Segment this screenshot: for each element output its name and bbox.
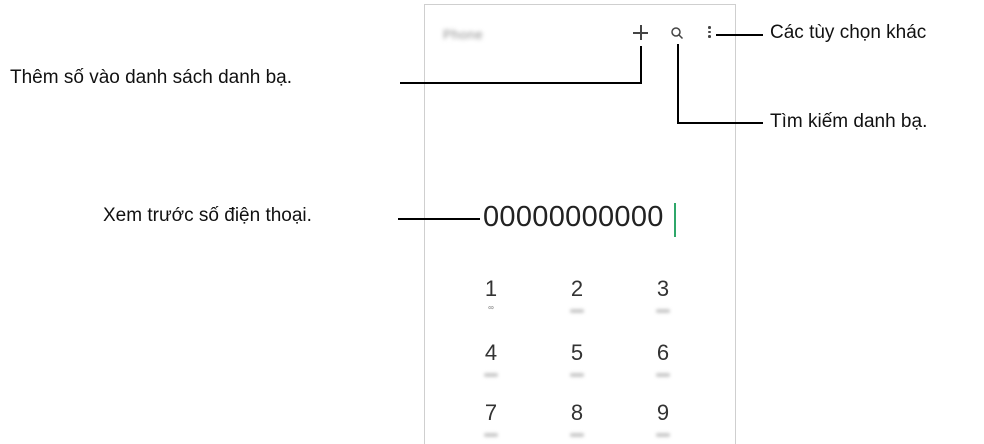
dial-key-digit: 2 — [570, 276, 584, 301]
dial-key-8[interactable]: 8 — [557, 401, 597, 437]
app-title: Phone — [443, 27, 484, 42]
callout-search-contacts: Tìm kiếm danh bạ. — [770, 111, 928, 132]
more-options-icon[interactable] — [708, 26, 711, 40]
dial-key-letters — [484, 373, 498, 377]
dial-key-digit: 9 — [656, 400, 670, 425]
plus-icon[interactable] — [633, 25, 648, 40]
callout-line-add-contact-vertical — [640, 46, 642, 84]
dial-key-letters — [656, 373, 670, 377]
callout-more-options: Các tùy chọn khác — [770, 22, 927, 43]
dial-key-digit: 4 — [484, 340, 498, 365]
voicemail-icon: ∞ — [488, 303, 494, 312]
dial-key-letters — [570, 373, 584, 377]
callout-line-add-contact-horizontal — [400, 82, 642, 84]
search-icon[interactable] — [670, 26, 684, 40]
dial-key-3[interactable]: 3 — [643, 277, 683, 313]
number-preview: 00000000000 — [483, 201, 664, 233]
dial-key-letters — [484, 433, 498, 437]
text-cursor — [674, 203, 676, 237]
dial-key-digit: 6 — [656, 340, 670, 365]
dial-key-letters — [656, 433, 670, 437]
dial-key-5[interactable]: 5 — [557, 341, 597, 377]
dial-key-6[interactable]: 6 — [643, 341, 683, 377]
dial-key-digit: 3 — [656, 276, 670, 301]
callout-line-search-vertical — [677, 44, 679, 124]
dial-key-digit: 8 — [570, 400, 584, 425]
dial-key-digit: 1 — [484, 276, 498, 301]
callout-number-preview: Xem trước số điện thoại. — [103, 205, 312, 226]
dial-key-letters — [570, 433, 584, 437]
dial-key-digit: 5 — [570, 340, 584, 365]
dial-key-4[interactable]: 4 — [471, 341, 511, 377]
callout-line-more-options — [716, 34, 763, 36]
callout-line-search-horizontal — [677, 122, 763, 124]
dial-key-7[interactable]: 7 — [471, 401, 511, 437]
callout-add-contact: Thêm số vào danh sách danh bạ. — [10, 67, 293, 88]
callout-line-number-preview — [398, 218, 480, 220]
dial-key-9[interactable]: 9 — [643, 401, 683, 437]
dial-key-1[interactable]: 1 ∞ — [471, 277, 511, 312]
dial-key-letters — [656, 309, 670, 313]
dial-key-2[interactable]: 2 — [557, 277, 597, 313]
phone-screen: Phone 00000000000 1 ∞ 2 3 4 5 6 7 8 9 — [424, 4, 736, 444]
dial-key-letters — [570, 309, 584, 313]
dial-key-digit: 7 — [484, 400, 498, 425]
